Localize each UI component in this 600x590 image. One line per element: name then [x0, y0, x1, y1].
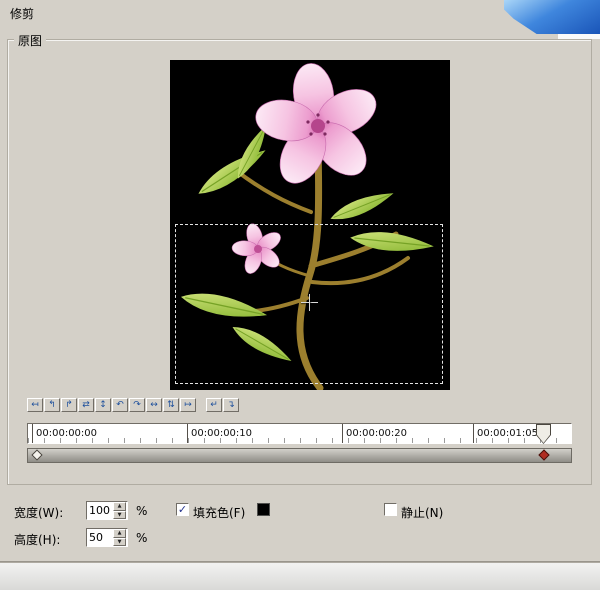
toolbar-button-rotate-left[interactable]: ↰ — [44, 398, 60, 412]
timeline-track[interactable] — [27, 448, 572, 463]
toolbar: ↤ ↰ ↱ ⇄ ↕ ↶ ↷ ↔ ⇅ ↦ ↵ ↴ — [27, 398, 239, 412]
toolbar-button-move-right[interactable]: ↦ — [180, 398, 196, 412]
width-label: 宽度(W): — [14, 506, 64, 520]
track-current-keyframe[interactable] — [538, 449, 550, 461]
height-spin-up-button[interactable]: ▲ — [113, 529, 126, 538]
ruler-tick — [32, 424, 33, 443]
fill-color-checkbox[interactable]: ✓ — [176, 503, 189, 516]
height-spinbox: ▲ ▼ — [86, 528, 128, 547]
original-image-label: 原图 — [14, 32, 47, 49]
toolbar-button-down-turn[interactable]: ↴ — [223, 398, 239, 412]
toolbar-button-resize-horizontal[interactable]: ↔ — [146, 398, 162, 412]
trim-dialog: 修剪 原图 ↤ ↰ ↱ ⇄ ↕ ↶ ↷ ↔ ⇅ ↦ ↵ ↴ 00:00:00:0… — [0, 0, 600, 562]
fill-color-swatch[interactable] — [257, 503, 270, 516]
toolbar-button-swap-vertical[interactable]: ⇅ — [163, 398, 179, 412]
playhead-marker-face — [537, 425, 550, 443]
height-spin-down-button[interactable]: ▼ — [113, 537, 126, 546]
timeline-ruler[interactable]: 00:00:00:00 00:00:00:10 00:00:00:20 00:0… — [27, 423, 572, 444]
ruler-tick — [473, 424, 474, 443]
toolbar-button-redo[interactable]: ↷ — [129, 398, 145, 412]
ruler-label-1: 00:00:00:10 — [191, 428, 253, 439]
dialog-title: 修剪 — [10, 7, 35, 21]
image-preview[interactable] — [170, 60, 450, 392]
toolbar-button-undo[interactable]: ↶ — [112, 398, 128, 412]
still-label: 静止(N) — [401, 506, 444, 520]
width-input[interactable] — [87, 502, 113, 519]
width-spin-down-button[interactable]: ▼ — [113, 510, 126, 519]
toolbar-button-resize-vertical[interactable]: ↕ — [95, 398, 111, 412]
track-start-keyframe[interactable] — [31, 449, 43, 461]
ruler-label-0: 00:00:00:00 — [36, 428, 98, 439]
width-spinbox: ▲ ▼ — [86, 501, 128, 520]
ruler-label-3: 00:00:01:05 — [477, 428, 539, 439]
toolbar-button-rotate-right[interactable]: ↱ — [61, 398, 77, 412]
fill-color-label: 填充色(F) — [193, 506, 246, 520]
height-unit-label: % — [136, 531, 148, 545]
background-strip — [0, 562, 600, 590]
height-label: 高度(H): — [14, 533, 61, 547]
width-spin-up-button[interactable]: ▲ — [113, 502, 126, 511]
toolbar-button-enter[interactable]: ↵ — [206, 398, 222, 412]
toolbar-button-move-left[interactable]: ↤ — [27, 398, 43, 412]
toolbar-button-swap-horizontal[interactable]: ⇄ — [78, 398, 94, 412]
width-spinner: ▲ ▼ — [113, 502, 126, 519]
crosshair-v — [309, 294, 310, 311]
height-input[interactable] — [87, 529, 113, 546]
still-checkbox[interactable] — [384, 503, 397, 516]
ruler-tick — [187, 424, 188, 443]
crosshair-cursor — [301, 294, 318, 311]
ruler-tick — [342, 424, 343, 443]
ruler-label-2: 00:00:00:20 — [346, 428, 408, 439]
width-unit-label: % — [136, 504, 148, 518]
height-spinner: ▲ ▼ — [113, 529, 126, 546]
background-window-edge — [558, 34, 600, 39]
playhead-marker[interactable] — [536, 424, 551, 444]
